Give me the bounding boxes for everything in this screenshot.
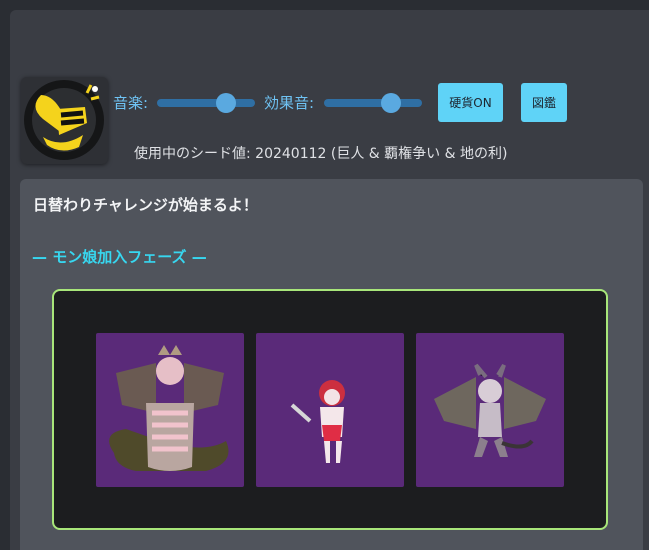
encyclopedia-button[interactable]: 図鑑 — [521, 83, 567, 122]
sfx-slider-track[interactable] — [324, 99, 422, 107]
seed-text: 使用中のシード値: 20240112 (巨人 & 覇権争い & 地の利) — [134, 146, 508, 162]
winged-demon-girl-sprite — [434, 363, 546, 457]
phase-title: — モン娘加入フェーズ — — [32, 248, 207, 266]
monster-card-3[interactable] — [416, 333, 564, 487]
challenge-message: 日替わりチャレンジが始まるよ！ — [33, 196, 258, 214]
music-slider-track[interactable] — [157, 99, 255, 107]
monster-card-1[interactable] — [96, 333, 244, 487]
music-slider-thumb[interactable] — [215, 93, 236, 113]
app-logo — [21, 77, 108, 164]
music-label: 音楽: — [113, 94, 149, 112]
sfx-slider-thumb[interactable] — [380, 93, 401, 113]
sfx-label: 効果音: — [264, 94, 315, 112]
bee-logo-icon — [24, 80, 104, 160]
red-haired-swordswoman-sprite — [290, 380, 345, 463]
coin-toggle-button[interactable]: 硬貨ON — [438, 83, 503, 122]
dragon-girl-sprite — [109, 345, 229, 471]
monster-card-2[interactable] — [256, 333, 404, 487]
